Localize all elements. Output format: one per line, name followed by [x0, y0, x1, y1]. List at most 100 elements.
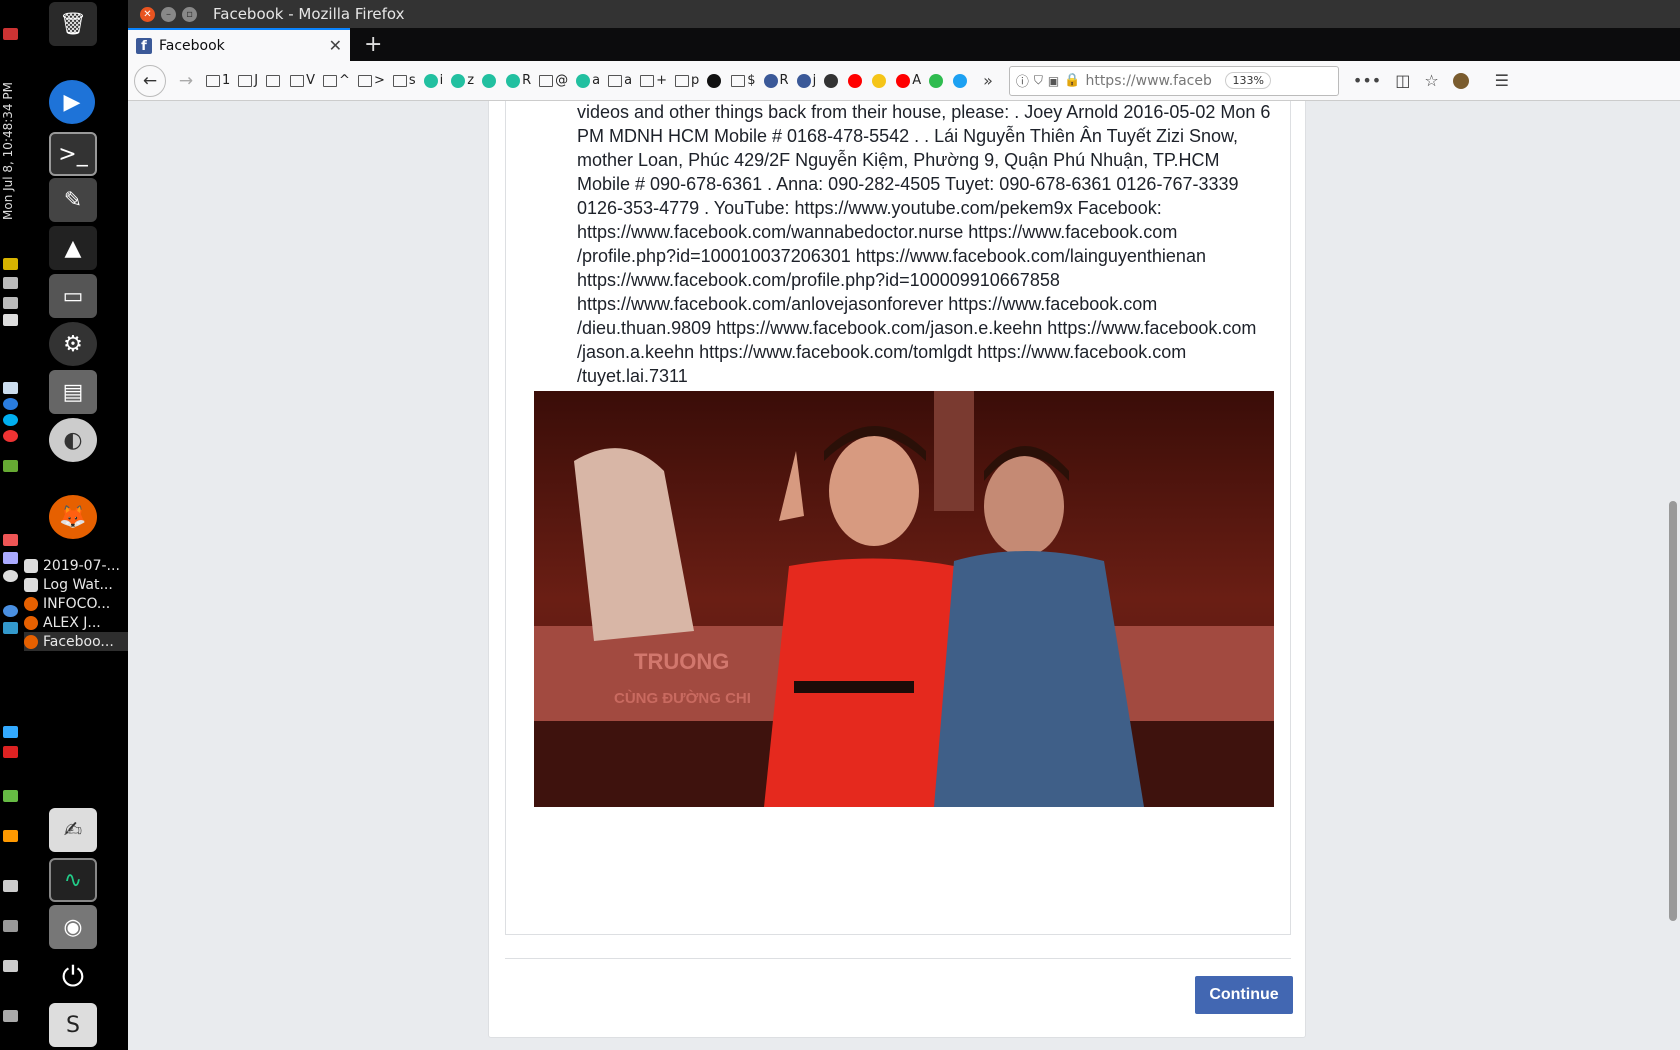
bookmarks-overflow-icon[interactable]: » — [983, 71, 993, 90]
bookmark-item[interactable] — [707, 73, 723, 88]
bookmark-label: @ — [555, 73, 569, 88]
usb-icon[interactable] — [3, 920, 18, 932]
bookmark-item[interactable] — [929, 73, 945, 88]
user-icon[interactable] — [3, 1010, 18, 1022]
bookmark-item[interactable]: a — [576, 73, 600, 88]
zoom-level-badge[interactable]: 133% — [1225, 72, 1271, 89]
bookmark-star-icon[interactable]: ☆ — [1424, 71, 1438, 90]
sublime-icon[interactable]: S — [49, 1003, 97, 1047]
mail-icon[interactable] — [3, 552, 18, 564]
continue-button[interactable]: Continue — [1195, 976, 1293, 1014]
monitor-icon[interactable] — [3, 960, 18, 972]
bookmark-favicon-icon — [423, 73, 438, 88]
bookmark-item[interactable]: i — [423, 73, 443, 88]
skype-icon[interactable] — [3, 414, 18, 426]
bookmark-item[interactable] — [824, 73, 840, 88]
forward-button[interactable]: → — [170, 65, 202, 97]
extension-avatar-icon[interactable] — [1452, 72, 1469, 89]
url-text[interactable]: https://www.faceb — [1085, 73, 1220, 89]
cloud-icon[interactable] — [3, 726, 18, 738]
webcam-icon[interactable]: ◉ — [49, 905, 97, 949]
bookmark-item[interactable]: + — [640, 73, 667, 88]
trash-icon[interactable]: 🗑 — [49, 2, 97, 46]
notes-icon[interactable] — [3, 258, 18, 270]
gimp-icon[interactable]: ✎ — [49, 178, 97, 222]
media-player-icon[interactable]: ▶ — [49, 80, 95, 124]
bookmark-item[interactable]: @ — [539, 73, 568, 88]
terminal-icon[interactable]: >_ — [49, 132, 97, 176]
bookmark-item[interactable]: J — [238, 73, 258, 88]
page-actions-icon[interactable]: ••• — [1353, 71, 1381, 90]
tracking-shield-icon[interactable]: ⛉ — [1034, 73, 1043, 88]
tab-facebook[interactable]: f Facebook ✕ — [128, 28, 350, 61]
bookmark-item[interactable] — [266, 74, 282, 87]
window-list-item[interactable]: 2019-07-... — [24, 556, 128, 575]
disk-icon[interactable] — [3, 880, 18, 892]
window-list-item[interactable]: Log Wat... — [24, 575, 128, 594]
scrollbar-thumb[interactable] — [1669, 501, 1677, 921]
maximize-window-button[interactable]: ▫ — [182, 6, 197, 22]
bookmark-favicon-icon — [848, 73, 863, 88]
url-bar[interactable]: ⓘ ⛉ ▣ 🔒 https://www.faceb 133% — [1008, 65, 1339, 96]
wifi-icon[interactable] — [3, 277, 18, 289]
hamburger-menu-icon[interactable]: ☰ — [1495, 71, 1509, 90]
bookmark-item[interactable]: p — [674, 73, 699, 88]
back-button[interactable]: ← — [134, 64, 166, 97]
bookmark-item[interactable]: V — [290, 73, 315, 88]
system-clock[interactable]: Mon Jul 8, 10:48:34 PM — [1, 82, 15, 220]
file-cabinet-icon[interactable]: ▤ — [49, 370, 97, 414]
window-list-item[interactable]: ALEX J... — [24, 613, 128, 632]
page-scrollbar[interactable] — [1666, 101, 1680, 1050]
vlc-icon[interactable] — [3, 830, 18, 842]
system-monitor-icon[interactable]: ∿ — [49, 858, 97, 902]
pocket-icon[interactable]: ◫ — [1395, 71, 1410, 90]
bookmark-item[interactable]: $ — [731, 73, 756, 88]
bookmark-item[interactable] — [953, 73, 969, 88]
close-window-button[interactable]: ✕ — [140, 6, 155, 22]
bookmark-item[interactable]: A — [896, 73, 921, 88]
app-tray-icon[interactable] — [3, 460, 18, 472]
volume-icon[interactable] — [3, 297, 18, 309]
window-list-item-active[interactable]: Faceboo... — [24, 632, 128, 651]
spreadsheet-icon[interactable] — [3, 790, 18, 802]
document-icon[interactable] — [3, 382, 18, 394]
window-list-item[interactable]: INFOCO... — [24, 594, 128, 613]
wordpress-icon[interactable] — [3, 398, 18, 410]
bookmark-item[interactable]: > — [357, 73, 385, 88]
info-icon[interactable]: ⓘ — [1016, 71, 1029, 90]
close-tab-icon[interactable]: ✕ — [329, 36, 342, 55]
bookmark-item[interactable] — [482, 73, 498, 88]
text-editor-launcher-icon[interactable]: ✍ — [49, 808, 97, 852]
bookmark-item[interactable]: a — [608, 73, 632, 88]
notification-permission-icon[interactable]: ▣ — [1048, 74, 1059, 88]
home-icon[interactable] — [3, 534, 18, 546]
bookmark-item[interactable]: R — [763, 73, 789, 88]
disc-icon[interactable]: ◐ — [49, 418, 97, 462]
post-preview: videos and other things back from their … — [505, 101, 1291, 935]
firefox-icon[interactable]: 🦊 — [49, 495, 97, 539]
bookmark-item[interactable]: z — [451, 73, 474, 88]
new-tab-button[interactable]: + — [364, 32, 382, 57]
bookmark-item[interactable]: 1 — [206, 73, 230, 88]
record-icon[interactable] — [3, 430, 18, 442]
battery-icon[interactable] — [3, 314, 18, 326]
scanner-icon[interactable]: ▭ — [49, 274, 97, 318]
chrome-icon[interactable] — [3, 605, 18, 617]
bookmark-item[interactable]: s — [392, 73, 416, 88]
bookmark-item[interactable]: ^ — [323, 73, 350, 88]
a-icon[interactable] — [3, 570, 18, 582]
bookmark-item[interactable]: R — [506, 73, 531, 88]
update-icon[interactable] — [3, 28, 18, 40]
lock-icon: 🔒 — [1064, 73, 1081, 88]
minimize-window-button[interactable]: – — [161, 6, 176, 22]
window-label: Log Wat... — [43, 576, 113, 593]
bookmark-item[interactable] — [848, 73, 864, 88]
dropbox-icon[interactable] — [3, 622, 18, 634]
inkscape-icon[interactable]: ▲ — [49, 226, 97, 270]
bookmark-item[interactable]: j — [796, 73, 816, 88]
vivaldi-icon[interactable] — [3, 746, 18, 758]
bookmark-item[interactable] — [872, 73, 888, 88]
ubuntu-settings-icon[interactable]: ⚙ — [49, 322, 97, 366]
power-icon[interactable]: ⏻ — [49, 955, 97, 999]
folder-icon — [608, 74, 623, 87]
